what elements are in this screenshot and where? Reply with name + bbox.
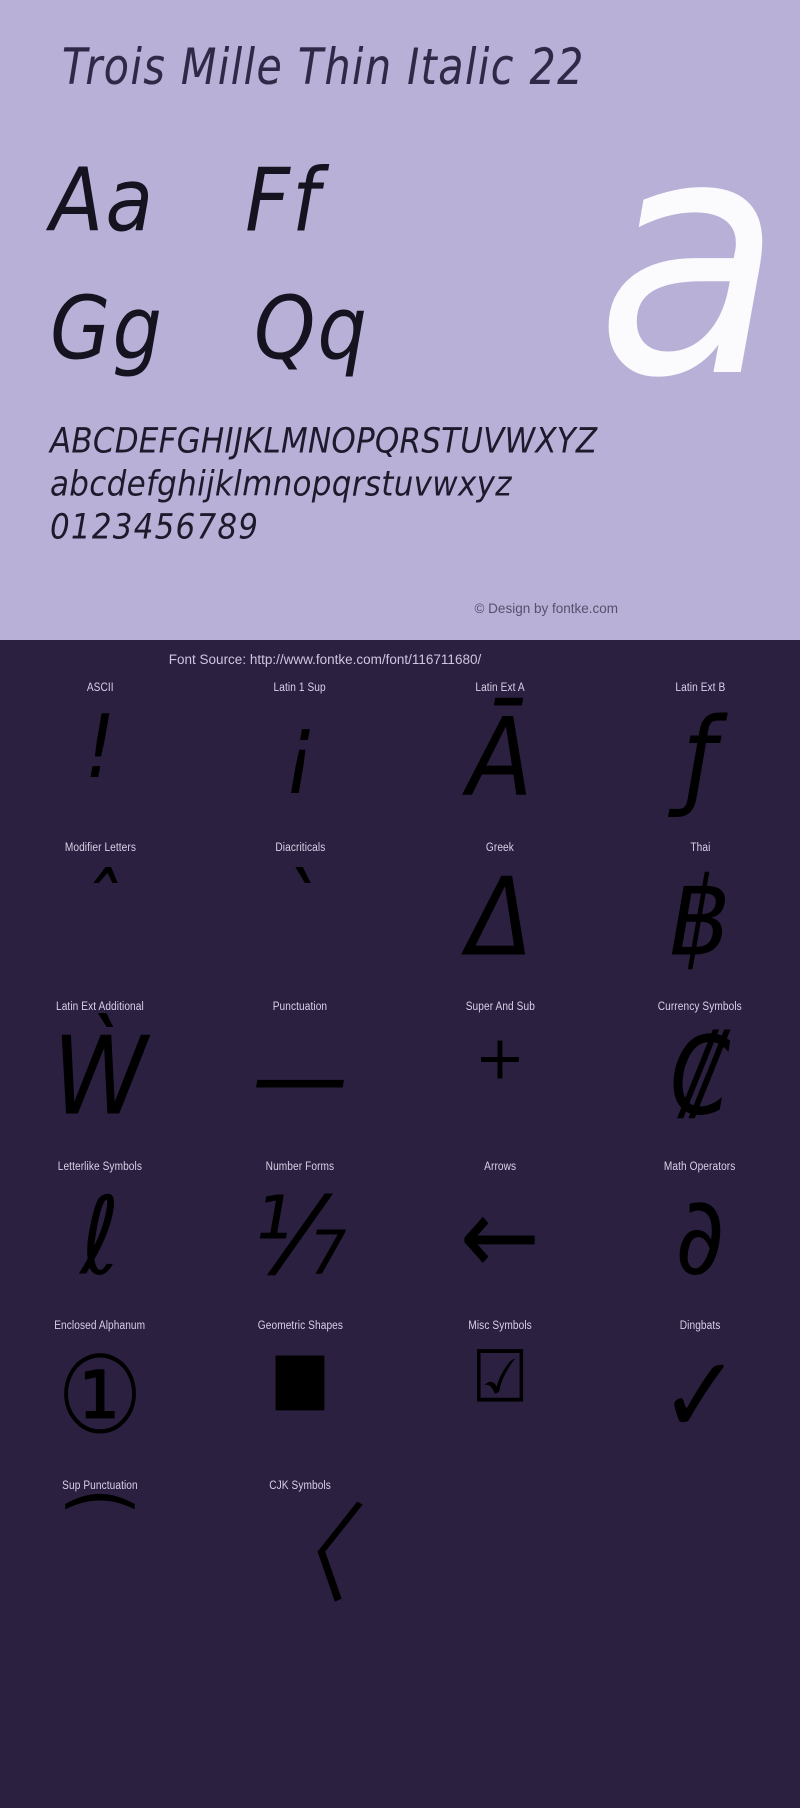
unicode-block-cell[interactable]: Modifier Letters ˆ — [0, 838, 200, 998]
unicode-block-cell[interactable]: Letterlike Symbols ℓ — [0, 1157, 200, 1317]
unicode-block-cell[interactable]: Punctuation — — [200, 997, 400, 1157]
unicode-block-label: Thai — [689, 841, 711, 854]
unicode-block-glyph: ฿ — [669, 854, 731, 980]
unicode-block-label: Geometric Shapes — [257, 1320, 343, 1332]
unicode-block-cell[interactable]: ASCII! — [0, 678, 200, 838]
unicode-blocks-panel: Font Source: http://www.fontke.com/font/… — [0, 640, 800, 1808]
letter-pair-grid: Aa Ff Gg Qq — [50, 150, 470, 408]
alphabet-uppercase: ABCDEFGHIJKLMNOPQRSTUVWXYZ — [50, 421, 598, 462]
unicode-block-cell[interactable]: Latin Ext Additional Ẁ — [0, 997, 200, 1157]
unicode-block-label: Enclosed Alphanum — [54, 1320, 146, 1332]
unicode-block-glyph: ← — [459, 1173, 541, 1299]
unicode-block-cell[interactable]: Latin Ext AĀ — [400, 678, 600, 838]
unicode-block-label: Latin 1 Sup — [273, 682, 327, 694]
unicode-block-grid: ASCII! Latin 1 Sup ¡ Latin Ext A Ā Latin Ext … — [0, 678, 800, 1635]
unicode-block-glyph: ⁀ — [68, 1494, 132, 1596]
unicode-block-cell[interactable]: Greek Δ — [400, 838, 600, 998]
unicode-block-glyph: ˋ — [280, 856, 320, 958]
unicode-block-label: ASCII — [86, 682, 114, 694]
unicode-block-glyph: ☑ — [471, 1336, 529, 1420]
unicode-block-cell[interactable]: Enclosed Alphanum ① — [0, 1316, 200, 1476]
watermark-glyph: a — [595, 66, 782, 450]
unicode-block-label: Greek — [485, 841, 514, 854]
unicode-block-cell[interactable]: Misc Symbols ☑ — [400, 1316, 600, 1476]
unicode-block-cell[interactable]: Geometric Shapes ■ — [200, 1316, 400, 1476]
unicode-block-cell[interactable]: CJK Symbols 〈 — [200, 1476, 400, 1636]
unicode-block-cell[interactable]: Thai ฿ — [600, 838, 800, 998]
unicode-block-glyph: — — [252, 1014, 348, 1140]
unicode-block-cell[interactable]: Number Forms ⅐ — [200, 1157, 400, 1317]
unicode-block-glyph: ① — [56, 1333, 144, 1459]
unicode-block-glyph: ⅐ — [253, 1173, 347, 1299]
unicode-block-cell[interactable]: Super And Sub ⁺ — [400, 997, 600, 1157]
unicode-block-label: Latin Ext A — [475, 682, 525, 694]
unicode-block-cell[interactable]: Diacriticals ˋ — [200, 838, 400, 998]
unicode-block-glyph: ⁺ — [474, 1014, 526, 1140]
letter-pair-sample: Qq — [253, 278, 369, 380]
unicode-block-glyph: ! — [84, 697, 116, 799]
letter-pair-sample: Aa — [50, 150, 156, 252]
unicode-block-label: Number Forms — [265, 1160, 335, 1173]
unicode-block-label: Diacriticals — [275, 841, 325, 854]
unicode-block-cell[interactable]: Dingbats ✓ — [600, 1316, 800, 1476]
unicode-block-label: Sup Punctuation — [62, 1479, 138, 1492]
unicode-block-label: Currency Symbols — [657, 1001, 743, 1013]
letter-pair-sample: Ff — [245, 150, 322, 252]
specimen-panel: Trois Mille Thin Italic 22 a Aa Ff Gg Qq… — [0, 0, 800, 640]
unicode-block-glyph: ƒ — [683, 695, 717, 821]
unicode-block-label: Super And Sub — [465, 1001, 535, 1013]
design-credit: © Design by fontke.com — [474, 601, 618, 616]
unicode-block-cell[interactable] — [400, 1476, 600, 1636]
unicode-block-glyph: ℓ — [80, 1173, 120, 1299]
unicode-block-cell[interactable]: Math Operators ∂ — [600, 1157, 800, 1317]
digit-sample: 0123456789 — [50, 506, 260, 548]
unicode-block-label: Latin Ext B — [675, 682, 725, 694]
unicode-block-label: Math Operators — [664, 1160, 736, 1173]
unicode-block-glyph: Ẁ — [52, 1014, 148, 1140]
unicode-block-cell[interactable] — [600, 1476, 800, 1636]
unicode-block-cell[interactable]: Latin 1 Sup ¡ — [200, 678, 400, 838]
unicode-block-glyph: ₡ — [669, 1014, 731, 1140]
alphabet-lowercase: abcdefghijklmnopqrstuvwxyz — [50, 464, 512, 505]
letter-pair-sample: Gg — [50, 278, 164, 380]
unicode-block-cell[interactable]: Arrows ← — [400, 1157, 600, 1317]
unicode-block-label: Misc Symbols — [468, 1320, 532, 1332]
unicode-block-label: CJK Symbols — [269, 1479, 331, 1492]
unicode-block-glyph: ˆ — [80, 856, 120, 958]
unicode-block-glyph: Δ — [467, 854, 533, 980]
font-source-link[interactable]: Font Source: http://www.fontke.com/font/… — [0, 652, 800, 667]
unicode-block-label: Modifier Letters — [64, 841, 136, 854]
unicode-block-cell[interactable]: Sup Punctuation ⁀ — [0, 1476, 200, 1636]
unicode-block-label: Latin Ext Additional — [56, 1001, 144, 1013]
unicode-block-label: Punctuation — [272, 1001, 328, 1013]
unicode-block-cell[interactable]: Currency Symbols ₡ — [600, 997, 800, 1157]
unicode-block-glyph: ¡ — [284, 697, 316, 799]
unicode-block-cell[interactable]: Latin Ext Bƒ — [600, 678, 800, 838]
unicode-block-label: Dingbats — [679, 1320, 721, 1332]
unicode-block-glyph: Ā — [467, 695, 533, 821]
unicode-block-glyph: ∂ — [675, 1173, 725, 1299]
unicode-block-glyph: ■ — [269, 1336, 331, 1420]
unicode-block-glyph: 〈 — [252, 1492, 348, 1618]
unicode-block-glyph: ✓ — [659, 1333, 741, 1459]
page-title: Trois Mille Thin Italic 22 — [62, 38, 585, 96]
letter-pair-row: Gg Qq — [50, 278, 470, 408]
letter-pair-row: Aa Ff — [50, 150, 470, 280]
unicode-block-label: Letterlike Symbols — [57, 1160, 143, 1173]
alphabet-samples: ABCDEFGHIJKLMNOPQRSTUVWXYZ abcdefghijklm… — [50, 418, 770, 547]
unicode-block-label: Arrows — [483, 1160, 517, 1173]
